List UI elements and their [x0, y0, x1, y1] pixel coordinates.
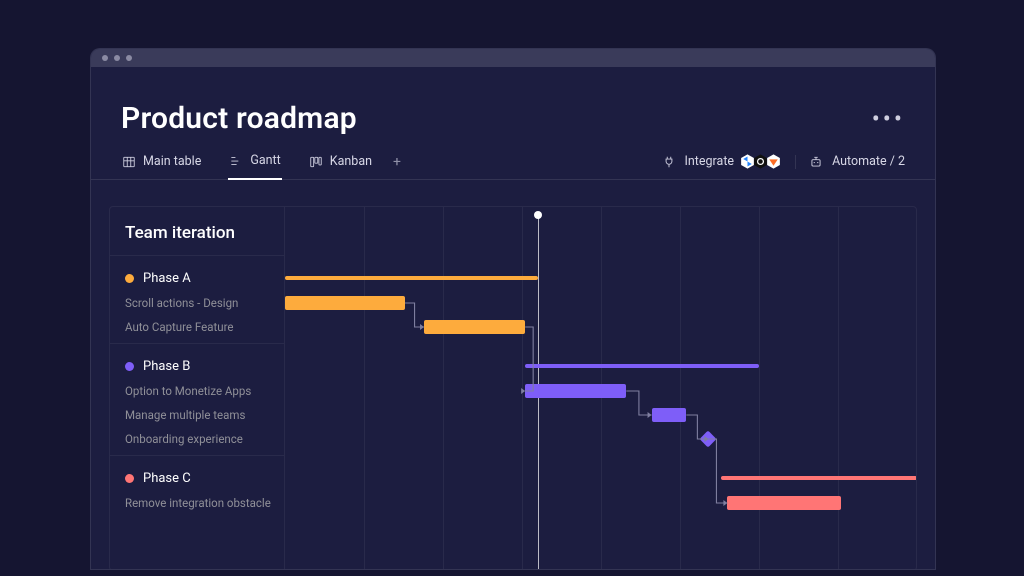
robot-icon: [809, 155, 823, 169]
automate-button[interactable]: Automate / 2: [832, 154, 905, 169]
page-title: Product roadmap: [121, 101, 357, 136]
view-tabs: Main table Gantt Kanban + Integrate: [91, 136, 935, 180]
phase-name: Phase A: [143, 271, 191, 286]
phase-name: Phase B: [143, 359, 190, 374]
tab-label: Kanban: [330, 154, 372, 169]
gantt-icon: [229, 154, 243, 168]
phase-color-dot: [125, 362, 134, 371]
task-row[interactable]: Option to Monetize Apps: [110, 379, 284, 403]
window-titlebar: [91, 49, 935, 67]
traffic-light-icon[interactable]: [114, 55, 120, 61]
add-view-button[interactable]: +: [393, 154, 401, 170]
phase-name: Phase C: [143, 471, 191, 486]
phase-header[interactable]: Phase A: [110, 265, 284, 291]
phase-color-dot: [125, 474, 134, 483]
tab-main-table[interactable]: Main table: [121, 151, 202, 179]
tab-gantt[interactable]: Gantt: [228, 150, 281, 180]
traffic-light-icon[interactable]: [102, 55, 108, 61]
gantt-sidebar: Team iteration Phase A Scroll actions - D…: [110, 207, 285, 569]
phase-color-dot: [125, 274, 134, 283]
integration-apps[interactable]: [743, 153, 782, 170]
more-options-button[interactable]: •••: [872, 105, 905, 133]
task-row[interactable]: Auto Capture Feature: [110, 315, 284, 339]
gantt-chart: Team iteration Phase A Scroll actions - D…: [109, 206, 917, 569]
phase-header[interactable]: Phase B: [110, 353, 284, 379]
plug-icon: [662, 155, 676, 169]
tab-label: Gantt: [250, 153, 280, 168]
dependency-lines: [285, 255, 916, 569]
table-icon: [122, 155, 136, 169]
task-row[interactable]: Remove integration obstacle: [110, 491, 284, 515]
gitlab-icon: [765, 153, 782, 170]
app-window: Product roadmap ••• Main table Gantt Kan…: [90, 48, 936, 570]
group-title: Team iteration: [110, 207, 284, 255]
traffic-light-icon[interactable]: [126, 55, 132, 61]
task-row[interactable]: Onboarding experience: [110, 427, 284, 451]
task-row[interactable]: Manage multiple teams: [110, 403, 284, 427]
gantt-timeline[interactable]: [285, 207, 916, 569]
phase-header[interactable]: Phase C: [110, 465, 284, 491]
tab-kanban[interactable]: Kanban: [308, 151, 373, 179]
toolbar-divider: [795, 155, 796, 169]
task-row[interactable]: Scroll actions - Design: [110, 291, 284, 315]
tab-label: Main table: [143, 154, 201, 169]
integrate-button[interactable]: Integrate: [685, 154, 735, 169]
kanban-icon: [309, 155, 323, 169]
